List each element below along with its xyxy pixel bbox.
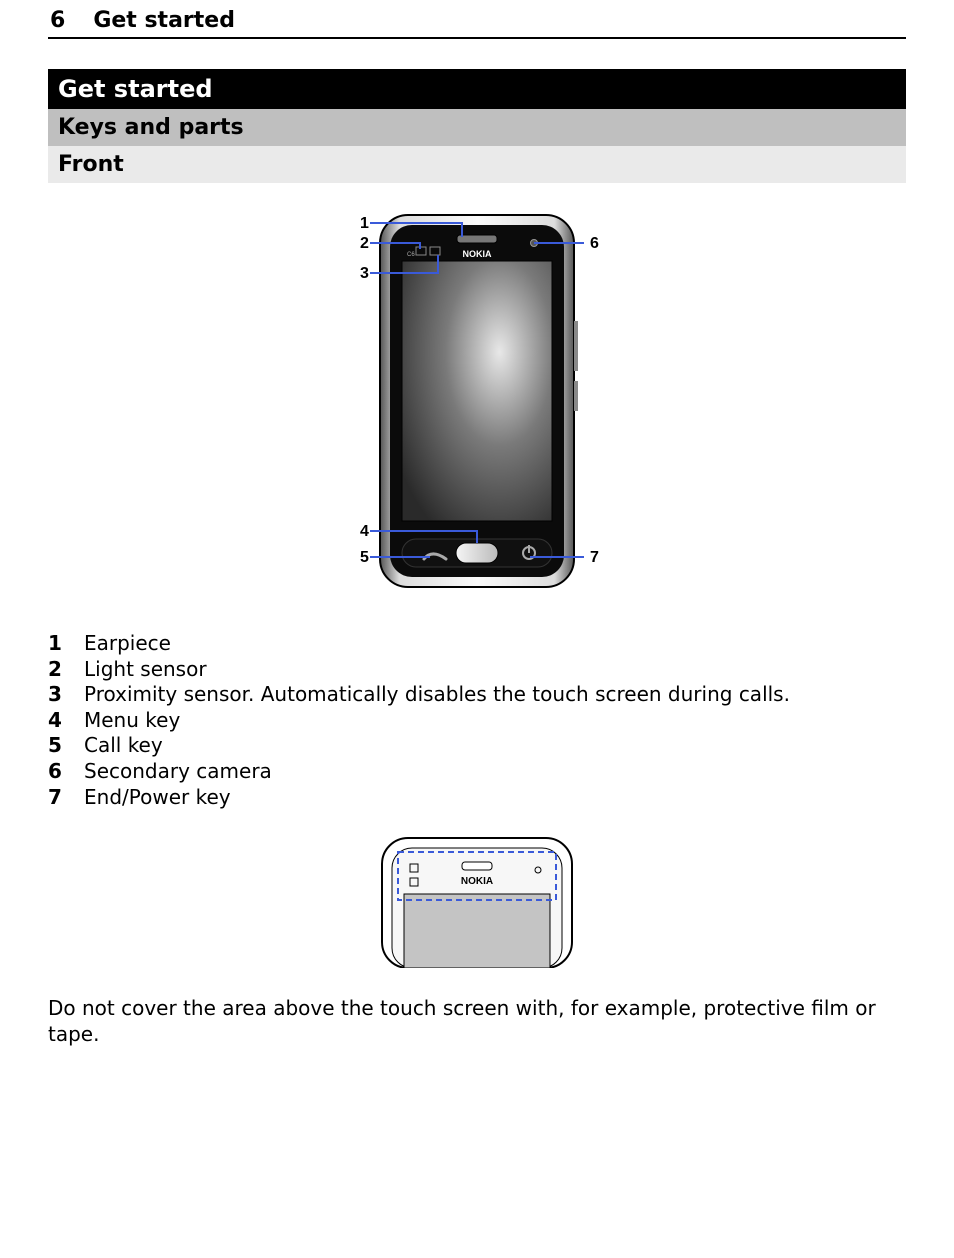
brand-label-small: NOKIA — [461, 876, 493, 887]
callout-1: 1 — [360, 215, 369, 232]
legend-num: 6 — [48, 759, 66, 785]
legend-text: Light sensor — [84, 657, 207, 683]
subsection-2: Front — [58, 152, 124, 177]
legend-text: Proximity sensor. Automatically disables… — [84, 682, 790, 708]
running-title: Get started — [93, 8, 235, 33]
legend-text: Menu key — [84, 708, 180, 734]
legend-num: 1 — [48, 631, 66, 657]
page-number: 6 — [50, 8, 65, 33]
legend-text: Call key — [84, 733, 163, 759]
callout-3: 3 — [360, 265, 369, 282]
subsection-1: Keys and parts — [58, 115, 244, 140]
legend-num: 3 — [48, 682, 66, 708]
legend-text: End/Power key — [84, 785, 231, 811]
callout-2: 2 — [360, 235, 369, 252]
section-title: Get started — [58, 75, 213, 103]
legend-row: 4 Menu key — [48, 708, 906, 734]
running-header: 6 Get started — [0, 0, 954, 37]
sensor-area-note: Do not cover the area above the touch sc… — [48, 996, 906, 1047]
legend-num: 4 — [48, 708, 66, 734]
legend-num: 5 — [48, 733, 66, 759]
phone-front-diagram: NOKIA C6 — [0, 183, 954, 607]
section-title-bar: Get started — [48, 69, 906, 109]
callout-5: 5 — [360, 549, 369, 566]
brand-label: NOKIA — [463, 249, 493, 259]
model-tag: C6 — [407, 252, 415, 258]
callout-4: 4 — [360, 523, 369, 540]
legend-text: Earpiece — [84, 631, 171, 657]
legend-row: 7 End/Power key — [48, 785, 906, 811]
subsection-bar-1: Keys and parts — [48, 109, 906, 146]
legend-num: 7 — [48, 785, 66, 811]
legend-num: 2 — [48, 657, 66, 683]
legend-text: Secondary camera — [84, 759, 272, 785]
callout-6: 6 — [590, 235, 599, 252]
subsection-bar-2: Front — [48, 146, 906, 183]
legend-row: 1 Earpiece — [48, 631, 906, 657]
callout-7: 7 — [590, 549, 599, 566]
header-rule — [48, 37, 906, 39]
legend-row: 6 Secondary camera — [48, 759, 906, 785]
legend-row: 5 Call key — [48, 733, 906, 759]
legend-row: 3 Proximity sensor. Automatically disabl… — [48, 682, 906, 708]
parts-legend: 1 Earpiece 2 Light sensor 3 Proximity se… — [48, 631, 906, 810]
legend-row: 2 Light sensor — [48, 657, 906, 683]
sensor-area-diagram: NOKIA — [0, 810, 954, 974]
